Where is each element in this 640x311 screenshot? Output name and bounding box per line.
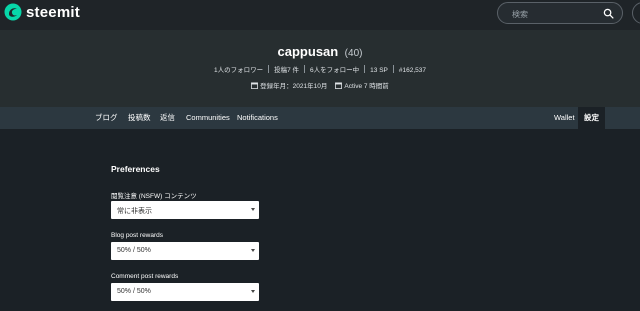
preferences-heading: Preferences <box>111 164 160 174</box>
comment-rewards-select[interactable]: 50% / 50% <box>111 283 259 301</box>
rank: #162,537 <box>398 67 426 74</box>
steem-power: 13 SP <box>370 67 388 74</box>
tab-posts[interactable]: 投稿数 <box>128 107 151 129</box>
joined-date: 登録年月：2021年10月 <box>260 83 328 90</box>
profile-tabs: ブログ 投稿数 返信 Communities Notifications Wal… <box>0 107 640 129</box>
blog-rewards-select-value: 50% / 50% <box>117 247 151 254</box>
tab-notifications[interactable]: Notifications <box>237 107 278 129</box>
stats-divider <box>304 65 306 73</box>
stats-divider <box>364 65 366 73</box>
steemit-logo-icon <box>4 3 22 21</box>
stats-divider <box>268 65 270 73</box>
chevron-down-icon <box>251 208 255 211</box>
search-box[interactable] <box>497 2 623 24</box>
calendar-icon <box>251 82 259 89</box>
top-navbar: steemit <box>0 0 640 30</box>
chevron-down-icon <box>251 249 255 252</box>
tab-replies[interactable]: 返信 <box>160 107 175 129</box>
profile-stats: 1人のフォロワー 投稿7 件 6人をフォロー中 13 SP #162,537 <box>0 64 640 74</box>
nsfw-select-value: 常に非表示 <box>117 208 152 215</box>
search-icon[interactable] <box>603 8 614 19</box>
brand-name: steemit <box>26 3 80 21</box>
tab-settings[interactable]: 設定 <box>578 107 605 129</box>
profile-username: cappusan <box>277 44 339 59</box>
search-input[interactable] <box>512 7 602 21</box>
followers-count[interactable]: 1人のフォロワー <box>214 67 263 74</box>
profile-name-line: cappusan (40) <box>0 43 640 61</box>
stats-divider <box>392 65 394 73</box>
last-active: Active 7 時間前 <box>344 83 389 90</box>
nsfw-select[interactable]: 常に非表示 <box>111 201 259 219</box>
blog-rewards-select[interactable]: 50% / 50% <box>111 242 259 260</box>
profile-reputation: (40) <box>344 48 363 59</box>
comment-rewards-select-value: 50% / 50% <box>117 288 151 295</box>
blog-rewards-label: Blog post rewards <box>111 232 164 239</box>
chevron-down-icon <box>251 290 255 293</box>
calendar-icon <box>335 82 343 89</box>
user-menu-button[interactable] <box>632 2 640 24</box>
profile-banner: cappusan (40) 1人のフォロワー 投稿7 件 6人をフォロー中 13 SP… <box>0 30 640 107</box>
nsfw-label: 閲覧注意 (NSFW) コンテンツ <box>111 193 197 200</box>
steemit-logo[interactable]: steemit <box>4 3 80 21</box>
profile-meta: 登録年月：2021年10月 Active 7 時間前 <box>0 80 640 90</box>
following-count[interactable]: 6人をフォロー中 <box>310 67 359 74</box>
tab-communities[interactable]: Communities <box>186 107 230 129</box>
tab-blog[interactable]: ブログ <box>95 107 118 129</box>
tab-wallet[interactable]: Wallet <box>554 107 575 129</box>
posts-count: 投稿7 件 <box>274 67 300 74</box>
comment-rewards-label: Comment post rewards <box>111 273 179 280</box>
